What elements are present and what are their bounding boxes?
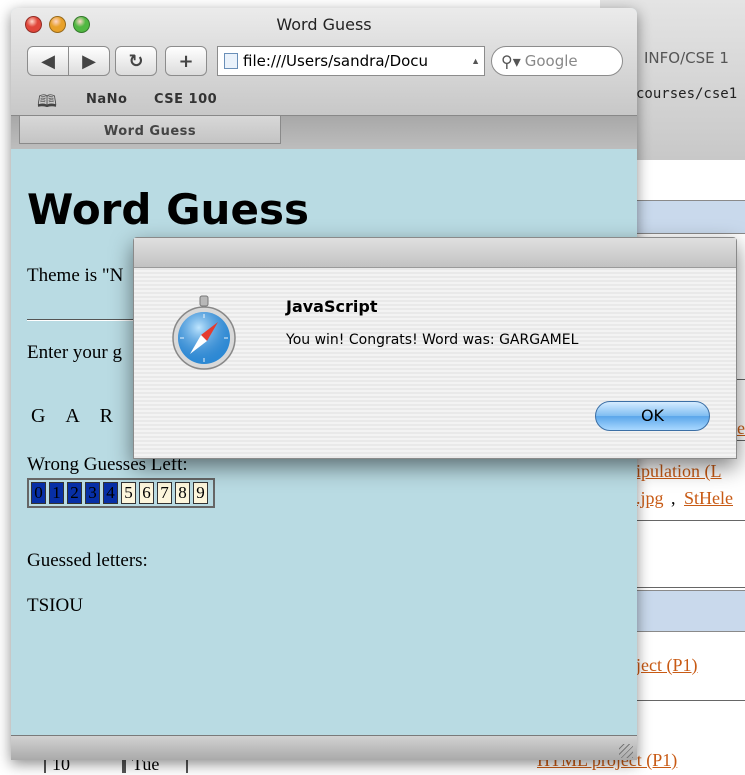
ok-button[interactable]: OK [595, 401, 710, 431]
status-bar [11, 735, 637, 760]
safari-compass-icon [172, 295, 236, 370]
reload-icon: ↻ [128, 50, 144, 72]
tab-word-guess[interactable]: Word Guess [19, 116, 281, 144]
resize-grip[interactable] [619, 744, 633, 758]
divider [636, 700, 745, 701]
alert-title: JavaScript [286, 297, 378, 316]
bookmark-nano[interactable]: NaNo [86, 92, 127, 107]
guess-box: 1 [49, 482, 64, 504]
background-link[interactable]: e [737, 418, 745, 439]
window-title: Word Guess [276, 15, 372, 34]
title-bar: Word Guess ◀ ▶ ↻ + file:///Users/sandra/… [11, 8, 637, 149]
background-header-strip [636, 590, 745, 632]
search-placeholder: Google [524, 52, 578, 70]
snapback-icon[interactable]: ▲ [471, 56, 480, 66]
guessed-letters-value: TSIOU [27, 595, 83, 616]
background-header-strip [636, 200, 745, 234]
reload-button[interactable]: ↻ [115, 46, 157, 76]
bookmarks-bar: 🕮 NaNo CSE 100 [11, 87, 637, 113]
forward-button[interactable]: ▶ [68, 46, 110, 76]
guess-box: 2 [67, 482, 82, 504]
background-link[interactable]: ject (P1) [636, 655, 697, 676]
back-arrow-icon: ◀ [41, 50, 55, 72]
forward-arrow-icon: ▶ [82, 50, 96, 72]
search-icon[interactable]: ⚲▾ [501, 52, 521, 71]
alert-title-bar [134, 238, 736, 268]
guess-box: 5 [121, 482, 136, 504]
background-window-title: INFO/CSE 1 [644, 49, 729, 67]
plus-icon: + [178, 50, 194, 72]
address-bar[interactable]: file:///Users/sandra/Docu ▲ [217, 46, 485, 76]
background-url-fragment: courses/cse1 [636, 86, 738, 102]
javascript-alert-dialog: JavaScript You win! Congrats! Word was: … [133, 237, 737, 459]
guess-box: 9 [193, 482, 208, 504]
guess-box: 3 [85, 482, 100, 504]
wrong-guesses-meter: 0123456789 [27, 478, 215, 508]
background-separator: , [671, 488, 676, 508]
guess-box: 8 [175, 482, 190, 504]
back-button[interactable]: ◀ [27, 46, 69, 76]
book-icon[interactable]: 🕮 [37, 89, 57, 118]
background-link[interactable]: ipulation (L [636, 461, 721, 482]
add-bookmark-button[interactable]: + [165, 46, 207, 76]
guess-box: 4 [103, 482, 118, 504]
background-link[interactable]: .jpg [636, 488, 664, 509]
theme-text: Theme is "N [27, 265, 124, 286]
guess-box: 0 [31, 482, 46, 504]
alert-message: You win! Congrats! Word was: GARGAMEL [286, 332, 579, 348]
background-link[interactable]: StHele [684, 488, 733, 509]
divider [636, 587, 745, 588]
tab-bar: Word Guess [11, 115, 637, 149]
address-text[interactable]: file:///Users/sandra/Docu [243, 52, 467, 70]
document-icon [224, 53, 238, 69]
guess-box: 6 [139, 482, 154, 504]
bookmark-cse100[interactable]: CSE 100 [154, 92, 217, 107]
guessed-letters-label: Guessed letters: [27, 550, 148, 571]
search-field[interactable]: ⚲▾ Google [491, 46, 623, 76]
page-title: Word Guess [27, 185, 309, 234]
enter-guess-prompt: Enter your g [27, 342, 122, 363]
guess-box: 7 [157, 482, 172, 504]
divider [636, 520, 745, 521]
